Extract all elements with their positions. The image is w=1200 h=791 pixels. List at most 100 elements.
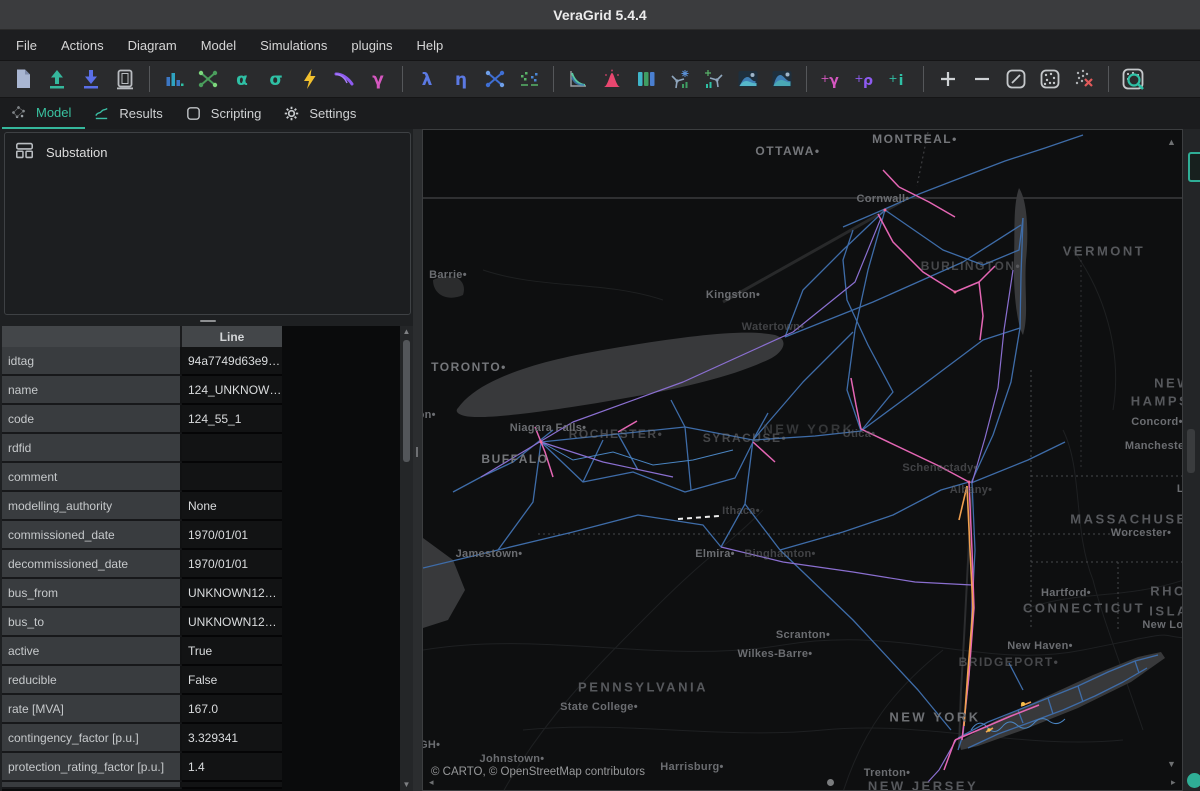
clear-dots-icon[interactable] <box>1067 64 1101 94</box>
map-scroll-down-icon[interactable]: ▼ <box>1167 760 1176 769</box>
menu-simulations[interactable]: Simulations <box>248 34 339 57</box>
property-value[interactable]: 124_UNKNOW… <box>182 376 282 405</box>
line-tool-icon[interactable] <box>999 64 1033 94</box>
property-value[interactable]: False <box>182 666 282 695</box>
property-value[interactable]: 124_55_1 <box>182 405 282 434</box>
open-model-icon[interactable] <box>40 64 74 94</box>
map-scroll-left-icon[interactable]: ◂ <box>429 778 434 787</box>
teal-corner-button[interactable] <box>1187 773 1200 788</box>
property-value[interactable]: None <box>182 492 282 521</box>
property-name: bus_to <box>2 608 182 637</box>
property-row-bus_from: bus_fromUNKNOWN12… <box>2 579 284 608</box>
svg-text:α: α <box>236 70 248 90</box>
scripting-tab-icon <box>185 105 202 122</box>
peak-chart-icon[interactable] <box>595 64 629 94</box>
eta-icon[interactable]: η <box>444 64 478 94</box>
lambda-icon[interactable]: λ <box>410 64 444 94</box>
toolbar-separator <box>402 66 403 92</box>
scatter-x-blue-icon[interactable] <box>478 64 512 94</box>
scatter-x-green-icon[interactable] <box>191 64 225 94</box>
property-table-header: Line <box>2 326 284 347</box>
sigma-icon[interactable]: σ <box>259 64 293 94</box>
gamma-icon[interactable]: γ <box>361 64 395 94</box>
map-scroll-up-icon[interactable]: ▲ <box>1167 138 1176 147</box>
svg-text:γ: γ <box>829 73 839 89</box>
property-table: Line idtag94a7749d63e9…name124_UNKNOW…co… <box>2 326 413 791</box>
decay-chart-icon[interactable] <box>561 64 595 94</box>
menu-model[interactable]: Model <box>189 34 248 57</box>
property-value[interactable]: 94a7749d63e9… <box>182 347 282 376</box>
svg-text:λ: λ <box>422 70 433 90</box>
tree-item-substation[interactable]: Substation <box>5 133 410 171</box>
tab-results-label: Results <box>119 106 162 121</box>
property-value[interactable] <box>182 463 282 492</box>
property-name: name <box>2 376 182 405</box>
toolbar-separator <box>806 66 807 92</box>
right-scroll-thumb[interactable] <box>1187 429 1195 473</box>
property-value[interactable]: 1970/01/01 <box>182 550 282 579</box>
scrollbar-thumb[interactable] <box>403 340 410 462</box>
alpha-icon[interactable]: α <box>225 64 259 94</box>
menu-actions[interactable]: Actions <box>49 34 116 57</box>
tab-model-label: Model <box>36 105 71 120</box>
tabbar: Model Results Scripting Settings <box>0 98 1200 129</box>
dots-square-icon[interactable] <box>1033 64 1067 94</box>
save-model-icon[interactable] <box>74 64 108 94</box>
lightning-icon[interactable] <box>293 64 327 94</box>
property-row-active: activeTrue <box>2 637 284 666</box>
collapsed-panel-edge[interactable] <box>1188 152 1200 182</box>
turbine-snowflake-icon[interactable] <box>663 64 697 94</box>
columns-icon[interactable] <box>629 64 663 94</box>
window-title: VeraGrid 5.4.4 <box>553 7 646 23</box>
add-rho-icon[interactable]: +ρ <box>848 64 882 94</box>
area-chart-icon[interactable] <box>731 64 765 94</box>
monitor-icon[interactable] <box>108 64 142 94</box>
property-name: contingency_factor [p.u.] <box>2 724 182 753</box>
property-row-code: code124_55_1 <box>2 405 284 434</box>
add-i-icon[interactable]: +i <box>882 64 916 94</box>
menu-help[interactable]: Help <box>405 34 456 57</box>
property-row-protection_rating_factor-p-u-: protection_rating_factor [p.u.]1.4 <box>2 753 284 782</box>
menu-file[interactable]: File <box>4 34 49 57</box>
area-chart-2-icon[interactable] <box>765 64 799 94</box>
horizontal-splitter[interactable] <box>2 315 413 326</box>
property-value[interactable]: 1.4 <box>182 753 282 782</box>
property-value[interactable]: 167.0 <box>182 695 282 724</box>
table-scrollbar[interactable]: ▲ ▼ <box>400 326 413 791</box>
app-window: VeraGrid 5.4.4 FileActionsDiagramModelSi… <box>0 0 1200 791</box>
property-row-modelling_authority: modelling_authorityNone <box>2 492 284 521</box>
svg-text:i: i <box>899 73 904 89</box>
map-view[interactable]: OTTAWA•MONTREAL•Cornwall•VERMONTBURLINGT… <box>422 129 1183 791</box>
scroll-up-icon[interactable]: ▲ <box>403 326 411 338</box>
property-value[interactable]: 1970/01/01 <box>182 521 282 550</box>
toolbar-separator <box>1108 66 1109 92</box>
right-scroll-strip[interactable] <box>1183 129 1200 791</box>
zoom-out-icon[interactable] <box>965 64 999 94</box>
dots-scatter-icon[interactable] <box>512 64 546 94</box>
bar-chart-icon[interactable] <box>157 64 191 94</box>
property-value[interactable]: True <box>182 637 282 666</box>
tab-scripting[interactable]: Scripting <box>177 98 276 129</box>
menu-diagram[interactable]: Diagram <box>116 34 189 57</box>
tab-model[interactable]: Model <box>2 98 85 129</box>
search-grid-icon[interactable] <box>1116 64 1150 94</box>
zoom-in-icon[interactable] <box>931 64 965 94</box>
tab-settings[interactable]: Settings <box>275 98 370 129</box>
scroll-down-icon[interactable]: ▼ <box>403 779 411 791</box>
map-scroll-right-icon[interactable]: ▸ <box>1171 778 1176 787</box>
tab-results[interactable]: Results <box>85 98 176 129</box>
grid-map[interactable] <box>423 130 1183 791</box>
new-file-icon[interactable] <box>6 64 40 94</box>
menu-plugins[interactable]: plugins <box>339 34 404 57</box>
property-value[interactable]: UNKNOWN12… <box>182 608 282 637</box>
add-gamma-icon[interactable]: +γ <box>814 64 848 94</box>
turbine-chart-icon[interactable] <box>697 64 731 94</box>
vertical-splitter[interactable] <box>413 129 422 791</box>
property-name: commissioned_date <box>2 521 182 550</box>
property-value[interactable]: UNKNOWN12… <box>182 579 282 608</box>
property-value[interactable]: 3.329341 <box>182 724 282 753</box>
property-value[interactable] <box>182 434 282 463</box>
map-hscroll-thumb[interactable] <box>827 779 834 786</box>
property-name: comment <box>2 463 182 492</box>
curve-icon[interactable] <box>327 64 361 94</box>
